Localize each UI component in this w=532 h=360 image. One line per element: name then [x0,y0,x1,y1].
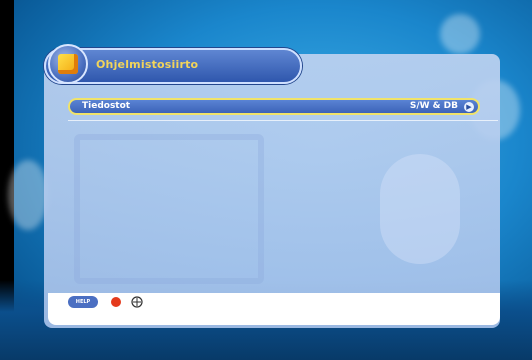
panel-watermark [74,134,264,284]
separator [68,120,498,121]
arrow-right-icon: ▶ [464,102,474,112]
menu-panel [44,54,500,328]
folder-icon [58,54,78,74]
background-cloud [8,160,48,230]
background-cloud [440,14,480,54]
help-button[interactable]: HELP [68,296,98,308]
menu-item-value: S/W & DB [409,101,458,111]
panel-watermark [380,154,460,264]
software-folder-icon [48,44,88,84]
menu-item-label: Tiedostot [82,101,131,111]
menu-title: Ohjelmistosiirto [96,58,199,71]
red-button-icon[interactable] [111,297,121,307]
navigation-cross-icon[interactable] [131,296,143,308]
menu-item-tiedostot[interactable]: Tiedostot S/W & DB ▶ [68,98,480,115]
